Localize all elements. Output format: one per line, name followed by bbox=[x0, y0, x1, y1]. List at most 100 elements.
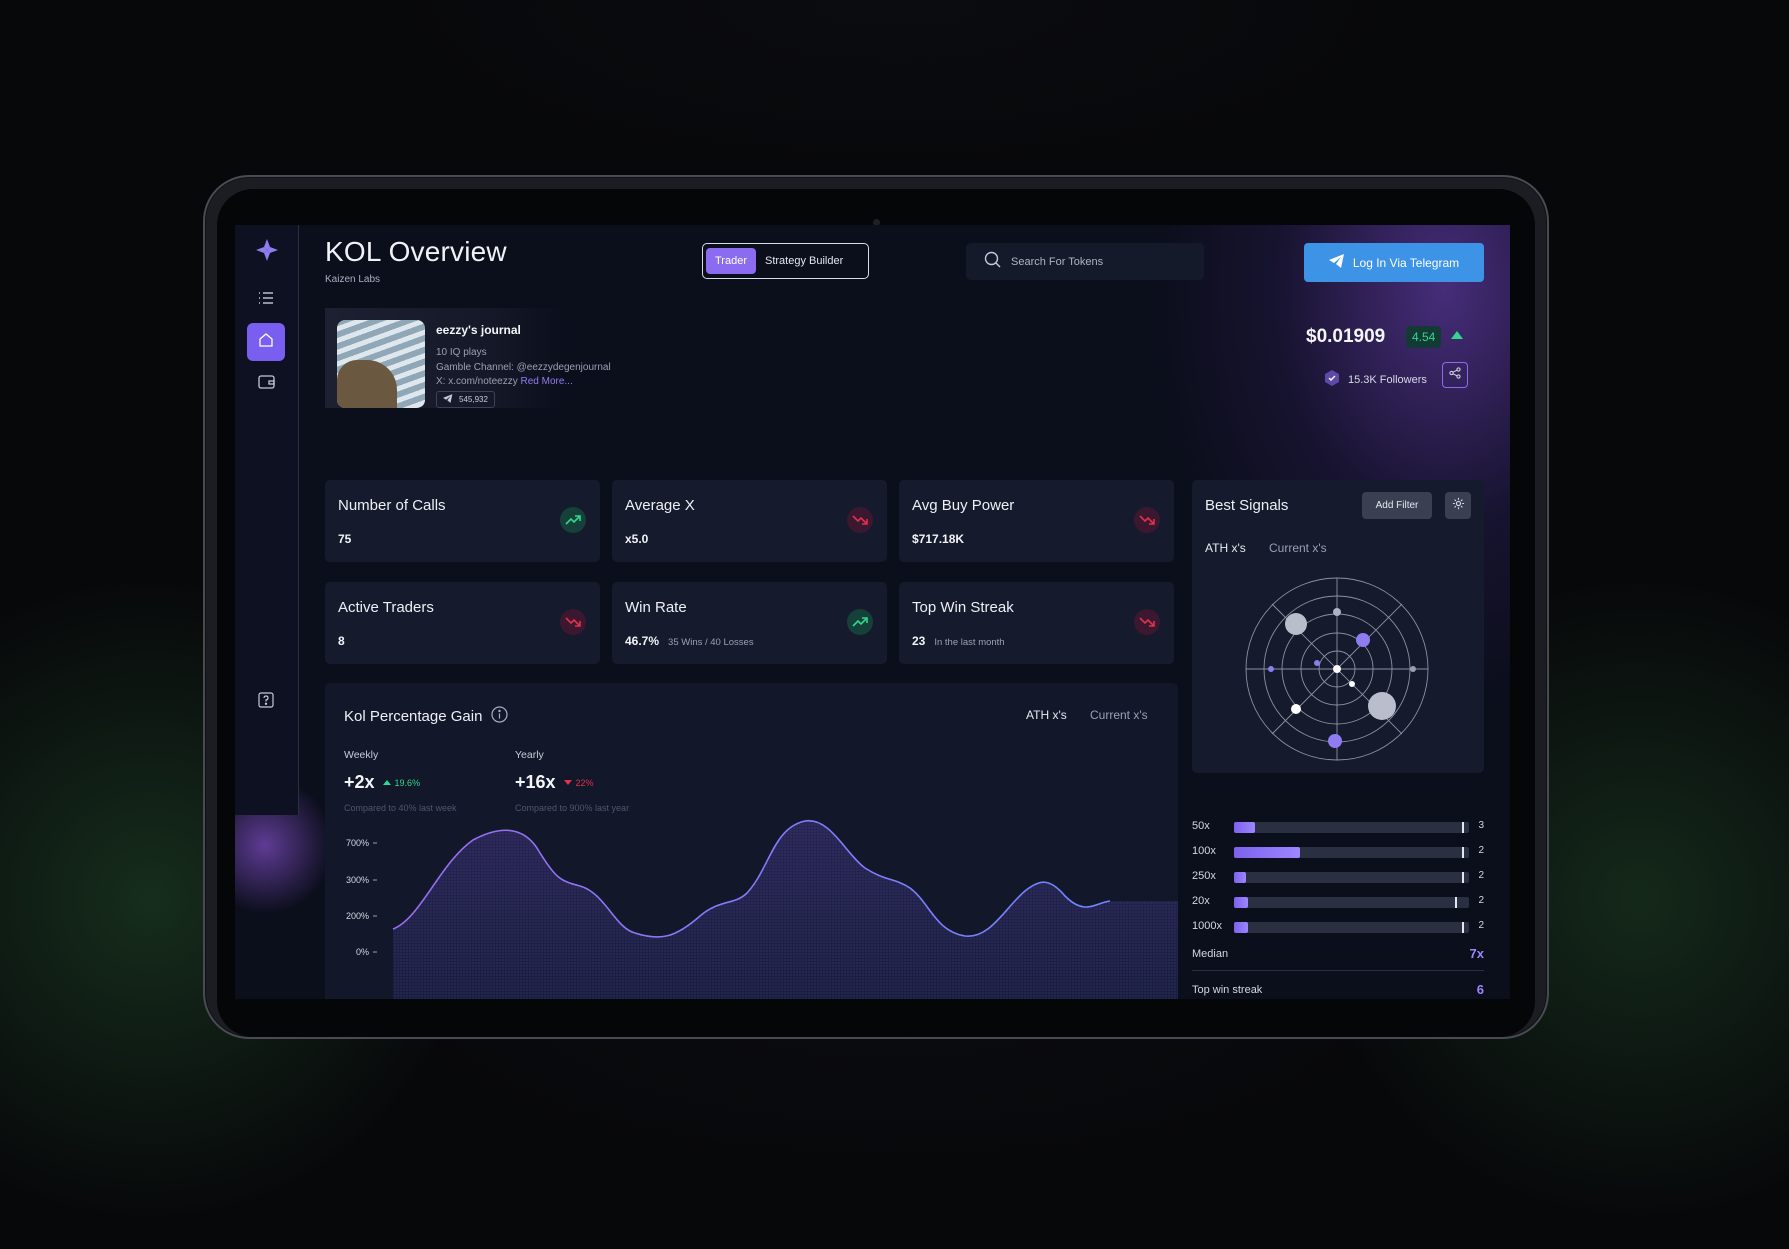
stat-card-top-win-streak: Top Win Streak 23 In the last month bbox=[899, 582, 1174, 664]
signal-dot bbox=[1291, 704, 1301, 714]
distribution-bar-tick bbox=[1461, 922, 1464, 933]
distribution-bar-tick bbox=[1454, 897, 1457, 908]
tab-trader[interactable]: Trader bbox=[706, 248, 756, 274]
signals-tab-current[interactable]: Current x's bbox=[1269, 541, 1327, 555]
profile-channel: Gamble Channel: @eezzydegenjournal bbox=[436, 362, 611, 373]
stat-card-win-rate: Win Rate 46.7% 35 Wins / 40 Losses bbox=[612, 582, 887, 664]
share-button[interactable] bbox=[1442, 362, 1468, 388]
trend-up-icon bbox=[847, 609, 873, 635]
gear-icon bbox=[1452, 497, 1465, 515]
signals-settings-button[interactable] bbox=[1445, 492, 1471, 519]
distribution-bar-fill bbox=[1234, 922, 1249, 933]
median-row: Median 7x bbox=[1192, 946, 1484, 961]
sidebar bbox=[235, 225, 299, 815]
signals-radar-chart bbox=[1245, 577, 1429, 761]
y-tick-label: 300% bbox=[346, 875, 369, 885]
sidebar-item-wallet[interactable] bbox=[247, 365, 285, 403]
profile-x-handle: X: x.com/noteezzy bbox=[436, 376, 518, 387]
read-more-link[interactable]: Red More... bbox=[520, 376, 572, 387]
telegram-icon bbox=[1328, 254, 1345, 271]
followers: 15.3K Followers bbox=[1324, 370, 1427, 389]
list-icon bbox=[258, 291, 274, 310]
help-icon bbox=[258, 691, 274, 713]
stat-value: 46.7% 35 Wins / 40 Losses bbox=[625, 634, 754, 648]
trend-down-icon bbox=[560, 609, 586, 635]
distribution-row: 250x 2 bbox=[1192, 870, 1484, 884]
stat-value: 75 bbox=[338, 532, 352, 546]
distribution-bar-track bbox=[1234, 922, 1469, 933]
stat-sub: 35 Wins / 40 Losses bbox=[668, 637, 754, 648]
distribution-bar-tick bbox=[1461, 847, 1464, 858]
distribution-bar-track bbox=[1234, 897, 1469, 908]
distribution-row: 1000x 2 bbox=[1192, 920, 1484, 934]
distribution-row: 50x 3 bbox=[1192, 820, 1484, 834]
stat-card-active-traders: Active Traders 8 bbox=[325, 582, 600, 664]
distribution-bar-fill bbox=[1234, 872, 1246, 883]
token-price: $0.01909 bbox=[1306, 326, 1386, 347]
best-signals-panel: Best Signals Add Filter ATH x's Current … bbox=[1192, 480, 1484, 773]
price-change-badge: 4.54 bbox=[1406, 326, 1442, 348]
wallet-icon bbox=[257, 374, 275, 394]
trend-down-icon bbox=[1134, 507, 1160, 533]
signal-dot bbox=[1285, 613, 1307, 635]
kol-percentage-gain-panel: Kol Percentage Gain ATH x's Current x's … bbox=[325, 683, 1178, 999]
telegram-member-badge: 545,932 bbox=[436, 391, 495, 408]
top-win-streak-row: Top win streak 6 bbox=[1192, 982, 1484, 997]
search-icon bbox=[966, 251, 1001, 273]
distribution-label: 1000x bbox=[1192, 920, 1222, 932]
signal-dot bbox=[1328, 734, 1342, 748]
distribution-bar-fill bbox=[1234, 897, 1249, 908]
sidebar-item-list[interactable] bbox=[247, 281, 285, 319]
distribution-bar-tick bbox=[1461, 872, 1464, 883]
sidebar-item-help[interactable] bbox=[247, 683, 285, 721]
distribution-count: 2 bbox=[1478, 845, 1484, 856]
stat-sub: In the last month bbox=[934, 637, 1005, 648]
distribution-count: 2 bbox=[1478, 895, 1484, 906]
share-icon bbox=[1449, 366, 1461, 384]
page-subtitle: Kaizen Labs bbox=[325, 274, 381, 285]
followers-count: 15.3K Followers bbox=[1348, 373, 1427, 386]
distribution-bar-tick bbox=[1461, 822, 1464, 833]
telegram-count: 545,932 bbox=[459, 395, 488, 404]
mode-switch: Trader Strategy Builder bbox=[702, 243, 869, 279]
signal-dot bbox=[1268, 666, 1274, 672]
stat-label: Win Rate bbox=[625, 599, 687, 616]
profile-name: eezzy's journal bbox=[436, 323, 521, 337]
stat-card-number-of-calls: Number of Calls 75 bbox=[325, 480, 600, 562]
distribution-bar-track bbox=[1234, 872, 1469, 883]
trend-down-icon bbox=[847, 507, 873, 533]
trend-down-icon bbox=[1134, 609, 1160, 635]
median-value: 7x bbox=[1469, 946, 1484, 961]
y-tick-label: 0% bbox=[356, 947, 369, 957]
gain-area-chart: 700% 300% 200% 0% bbox=[346, 820, 1178, 999]
brand-logo[interactable] bbox=[254, 237, 280, 263]
login-label: Log In Via Telegram bbox=[1352, 255, 1460, 270]
signal-dot bbox=[1314, 660, 1320, 666]
signal-dot bbox=[1333, 665, 1341, 673]
y-tick-label: 200% bbox=[346, 911, 369, 921]
distribution-label: 20x bbox=[1192, 895, 1210, 907]
search-input[interactable] bbox=[1009, 254, 1193, 269]
stat-value: x5.0 bbox=[625, 532, 649, 546]
tab-strategy-builder[interactable]: Strategy Builder bbox=[756, 248, 852, 274]
signals-tab-ath[interactable]: ATH x's bbox=[1205, 541, 1246, 555]
stat-label: Avg Buy Power bbox=[912, 497, 1015, 514]
page-title: KOL Overview bbox=[325, 236, 507, 267]
y-tick-label: 700% bbox=[346, 838, 369, 848]
distribution-count: 2 bbox=[1478, 870, 1484, 881]
stat-label: Top Win Streak bbox=[912, 599, 1014, 616]
verified-badge-icon bbox=[1324, 370, 1340, 389]
login-telegram-button[interactable]: Log In Via Telegram bbox=[1304, 243, 1484, 282]
sidebar-item-home[interactable] bbox=[247, 323, 285, 361]
distribution-label: 50x bbox=[1192, 820, 1210, 832]
stat-value: $717.18K bbox=[912, 532, 965, 546]
distribution-bar-track bbox=[1234, 822, 1469, 833]
add-filter-button[interactable]: Add Filter bbox=[1362, 492, 1432, 519]
stat-label: Average X bbox=[625, 497, 695, 514]
signals-title: Best Signals bbox=[1205, 497, 1289, 514]
distribution-bar-fill bbox=[1234, 847, 1300, 858]
stat-label: Active Traders bbox=[338, 599, 434, 616]
avatar bbox=[337, 320, 425, 408]
kol-profile-card: eezzy's journal 10 IQ plays Gamble Chann… bbox=[325, 308, 611, 408]
signal-dot bbox=[1356, 633, 1370, 647]
